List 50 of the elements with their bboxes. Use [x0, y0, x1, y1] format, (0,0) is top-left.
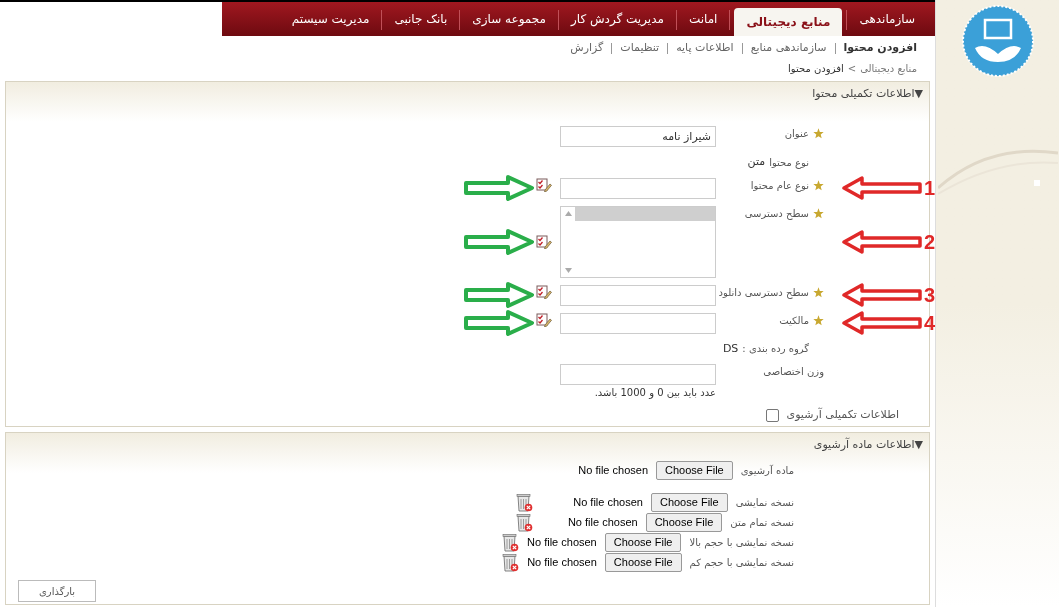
callout-number: 2: [924, 231, 936, 252]
text-field[interactable]: شیراز نامه: [560, 126, 716, 147]
nav-tab[interactable]: بانک جانبی: [382, 5, 460, 33]
breadcrumb-link[interactable]: منابع دیجیتالی: [860, 60, 917, 76]
field-label: سطح دسترسی: [744, 206, 809, 221]
callout-number: 4: [924, 313, 936, 333]
field-value: متن: [747, 154, 766, 170]
field-label: گروه رده بندی :: [742, 342, 809, 357]
nav-tab[interactable]: مجموعه سازی: [460, 5, 558, 33]
field-label: عنوان: [784, 127, 809, 141]
file-status: No file chosen: [527, 535, 597, 551]
callout-number: 1: [924, 178, 936, 198]
upload-button[interactable]: بارگذاری: [18, 580, 97, 602]
nav-tab[interactable]: مدیریت گردش کار: [558, 5, 676, 33]
sub-nav-link[interactable]: اطلاعات پایه: [676, 40, 734, 57]
field-label: وزن اختصاصی: [763, 365, 824, 379]
nav-tab[interactable]: منابع دیجیتالی: [734, 8, 843, 36]
file-status: No file chosen: [573, 495, 643, 511]
sub-nav-link[interactable]: تنظیمات: [620, 40, 660, 57]
nav-tab[interactable]: امانت: [676, 5, 730, 33]
sub-nav-link[interactable]: گزارش: [570, 40, 604, 57]
sub-nav-link[interactable]: سازماندهی منابع: [750, 40, 827, 57]
file-label: نسخه نمایشی: [735, 496, 794, 510]
field-label: نوع محتوا: [769, 155, 809, 170]
field-label: سطح دسترسی دانلود: [718, 285, 809, 300]
nav-tab[interactable]: مدیریت سیستم: [279, 5, 382, 33]
file-status: No file chosen: [527, 555, 597, 571]
file-label: نسخه نمایشی با حجم بالا: [689, 536, 794, 550]
file-label: نسخه نمایشی با حجم کم: [689, 556, 794, 570]
choose-file-button[interactable]: Choose File: [604, 553, 682, 572]
breadcrumb-separator: >: [847, 61, 857, 76]
field-value: DS: [722, 340, 739, 357]
field-label: نوع عام محتوا: [750, 178, 809, 193]
choose-file-button[interactable]: Choose File: [604, 533, 682, 552]
sub-nav-link[interactable]: افزودن محتوا: [843, 40, 917, 57]
breadcrumb-current: افزودن محتوا: [788, 61, 844, 76]
field-label: مالکیت: [779, 313, 809, 328]
file-label: نسخه تمام متن: [730, 516, 794, 530]
field-label: اطلاعات تکمیلی آرشیوی: [786, 407, 899, 423]
file-label: ماده آرشیوی: [740, 464, 794, 478]
nav-tab[interactable]: سازماندهی: [847, 5, 927, 33]
file-status: No file chosen: [578, 463, 648, 479]
panel-title[interactable]: ▼اطلاعات تکمیلی محتوا: [6, 81, 929, 102]
panel-title[interactable]: ▼اطلاعات ماده آرشیوی: [6, 432, 929, 453]
choose-file-button[interactable]: Choose File: [656, 461, 733, 480]
hint-text: عدد باید بین 0 و 1000 باشد.: [593, 386, 716, 400]
callout-number: 3: [924, 285, 936, 305]
file-status: No file chosen: [567, 515, 638, 531]
choose-file-button[interactable]: Choose File: [645, 513, 723, 532]
choose-file-button[interactable]: Choose File: [650, 493, 728, 512]
